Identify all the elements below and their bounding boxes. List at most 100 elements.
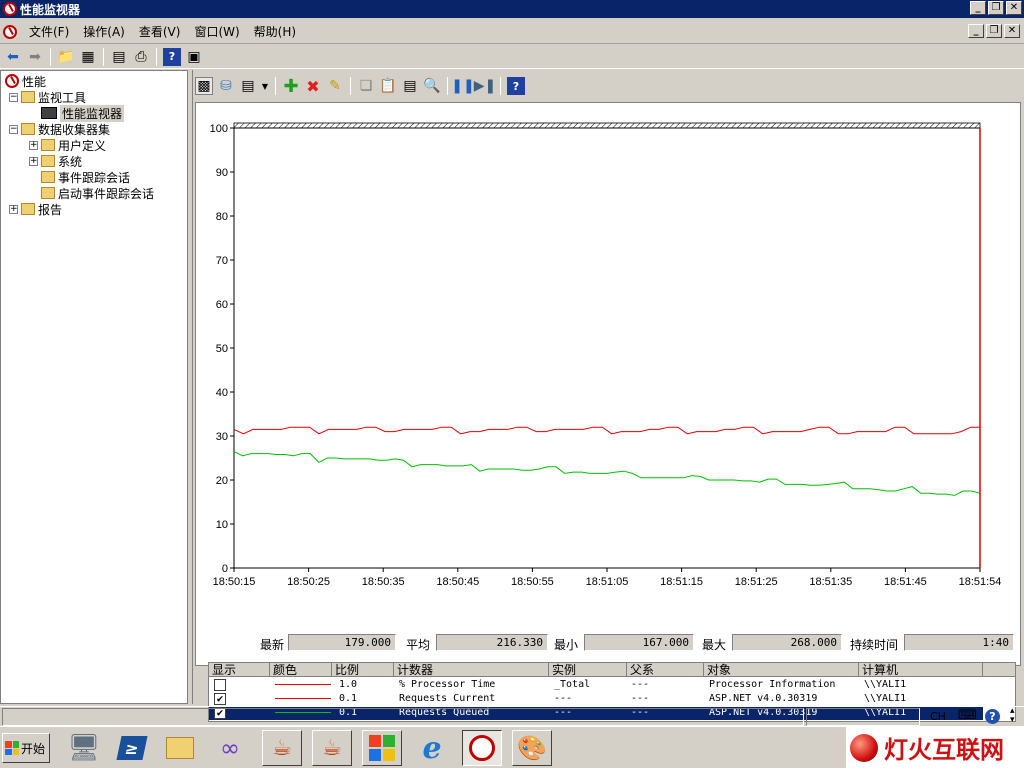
help-icon[interactable]: ? (507, 77, 525, 95)
legend-cell-scale: 0.1 (339, 693, 358, 704)
view-current-activity-icon[interactable]: ▩ (195, 77, 213, 95)
mmc-system-menu-icon[interactable] (3, 24, 17, 39)
legend-row[interactable]: ✔ 0.1 Requests Current --- --- ASP.NET v4.0.3… (209, 692, 983, 706)
legend-cell-computer: \\YALI1 (864, 679, 907, 690)
tree-expander-icon[interactable]: − (9, 124, 18, 134)
col-color[interactable]: 颜色 (270, 663, 332, 677)
tree-item[interactable]: − 监视工具 (9, 89, 86, 105)
menu-action[interactable]: 操作(A) (81, 21, 127, 42)
start-button[interactable]: 开始 (2, 733, 50, 763)
minimize-button[interactable]: _ (970, 1, 986, 15)
close-button[interactable]: ✕ (1006, 1, 1022, 15)
paint-icon[interactable]: 🎨 (512, 730, 552, 766)
legend-cell-parent: --- (631, 679, 650, 690)
back-arrow-icon[interactable]: ⬅ (4, 48, 22, 66)
tree-item-label: 启动事件跟踪会话 (58, 186, 155, 201)
tree-expander-icon[interactable]: + (29, 156, 38, 166)
menu-view[interactable]: 查看(V) (137, 21, 183, 42)
statistics-bar: 最新 179.000 平均 216.330 最小 167.000 最大 268.… (196, 634, 1024, 652)
keyboard-icon[interactable]: ⌨ (958, 708, 977, 724)
tree-item-label: 数据收集器集 (38, 122, 111, 137)
tree-item[interactable]: − 数据收集器集 (9, 121, 110, 137)
windows-flag-icon (5, 741, 19, 755)
menu-file[interactable]: 文件(F) (27, 21, 71, 42)
forward-arrow-icon[interactable]: ➡ (26, 48, 44, 66)
ime-options-icon[interactable]: ▴ ▾ (1010, 707, 1015, 725)
col-parent[interactable]: 父系 (627, 663, 704, 677)
tree-item[interactable]: 事件跟踪会话 (29, 169, 130, 185)
start-label: 开始 (21, 741, 46, 756)
delete-counter-icon[interactable]: ✖ (304, 77, 322, 96)
windows-update-icon[interactable] (362, 730, 402, 766)
toolbar-separator (500, 77, 501, 95)
freeze-display-icon[interactable]: ❚❚ (451, 77, 474, 95)
graph-type-dropdown-icon[interactable]: ▼ (261, 77, 269, 95)
legend-header: 显示 颜色 比例 计数器 实例 父系 对象 计算机 (209, 663, 1015, 677)
tree-expander-icon[interactable]: + (9, 204, 18, 214)
y-tick-label: 90 (216, 167, 228, 179)
tree-item[interactable]: 启动事件跟踪会话 (29, 185, 154, 201)
server-manager-icon[interactable]: 🖥 (64, 730, 104, 766)
change-graph-type-icon[interactable]: ▤ (239, 77, 257, 95)
menu-window[interactable]: 窗口(W) (192, 21, 241, 42)
show-hide-tree-icon[interactable]: ▦ (79, 48, 97, 66)
last-value: 179.000 (288, 634, 396, 651)
child-minimize-button[interactable]: _ (968, 24, 984, 38)
add-counter-icon[interactable]: ✚ (282, 76, 300, 97)
perfmon-task-icon[interactable] (462, 730, 502, 766)
language-indicator[interactable]: CH (930, 710, 946, 723)
y-tick-label: 80 (216, 211, 228, 223)
tree-expander-icon[interactable]: + (29, 140, 38, 150)
ime-help-icon[interactable]: ? (985, 709, 1000, 724)
view-log-data-icon[interactable]: ⛁ (217, 77, 235, 95)
highlight-icon[interactable]: ✎ (326, 77, 344, 95)
java-app-icon[interactable]: ☕ (262, 730, 302, 766)
col-scale[interactable]: 比例 (332, 663, 394, 677)
properties-icon[interactable]: ▤ (110, 48, 128, 66)
average-label: 平均 (406, 638, 431, 652)
toolbar-separator (156, 47, 157, 66)
legend-row[interactable]: 1.0 % Processor Time _Total --- Processor In… (209, 678, 983, 692)
paste-counter-list-icon[interactable]: 📋 (379, 77, 397, 95)
status-panel-secondary (806, 708, 920, 726)
help-icon[interactable]: ? (163, 47, 181, 66)
restore-button[interactable]: ❐ (988, 1, 1004, 15)
child-close-button[interactable]: ✕ (1004, 24, 1020, 38)
internet-explorer-icon[interactable]: e (412, 730, 452, 766)
show-action-pane-icon[interactable]: ▣ (185, 48, 203, 66)
tree-item-label: 性能监视器 (60, 104, 125, 122)
minimum-label: 最小 (554, 638, 579, 652)
series-line-1 (233, 426, 980, 435)
powershell-icon[interactable]: ≥ (112, 730, 152, 766)
explorer-icon[interactable] (160, 730, 200, 766)
status-bar: CH ⌨ ? ▴ ▾ (0, 706, 1024, 726)
tree-item[interactable]: 性能监视器 (29, 104, 125, 122)
menu-help[interactable]: 帮助(H) (252, 21, 298, 42)
col-computer[interactable]: 计算机 (859, 663, 983, 677)
show-checkbox[interactable]: ✔ (214, 693, 226, 705)
perfmon-pane: ▩ ⛁ ▤ ▼ ✚ ✖ ✎ ❏ 📋 ▤ 🔍 ❚❚ ▶❚ ? 0 10 20 30 40 5… (192, 70, 1024, 722)
show-checkbox[interactable] (214, 679, 226, 691)
print-icon[interactable]: ⎙ (132, 48, 150, 66)
legend-cell-counter: % Processor Time (399, 679, 496, 690)
perfmon-app-icon (3, 2, 17, 16)
tree-root-performance[interactable]: 性能 (5, 73, 46, 89)
visual-studio-icon[interactable]: ∞ (210, 730, 250, 766)
copy-properties-icon[interactable]: ❏ (357, 77, 375, 95)
tree-expander-icon[interactable]: − (9, 92, 18, 102)
line-chart: 0 10 20 30 40 50 60 70 80 90 100 18:50:15 18:50:25 18… (210, 122, 1001, 588)
tree-item[interactable]: + 报告 (9, 201, 62, 217)
java-app-icon-2[interactable]: ☕ (312, 730, 352, 766)
tree-item[interactable]: + 系统 (29, 153, 82, 169)
col-instance[interactable]: 实例 (549, 663, 627, 677)
col-counter[interactable]: 计数器 (394, 663, 549, 677)
performance-graph[interactable]: 0 10 20 30 40 50 60 70 80 90 100 18:50:15 18:50:25 18… (195, 102, 1024, 722)
up-folder-icon[interactable]: 📁 (57, 48, 75, 66)
col-show[interactable]: 显示 (209, 663, 270, 677)
properties-icon[interactable]: ▤ (401, 77, 419, 95)
tree-item[interactable]: + 用户定义 (29, 137, 106, 153)
child-restore-button[interactable]: ❐ (986, 24, 1002, 38)
zoom-icon[interactable]: 🔍 (423, 77, 441, 95)
col-object[interactable]: 对象 (704, 663, 859, 677)
update-data-icon[interactable]: ▶❚ (474, 77, 497, 95)
